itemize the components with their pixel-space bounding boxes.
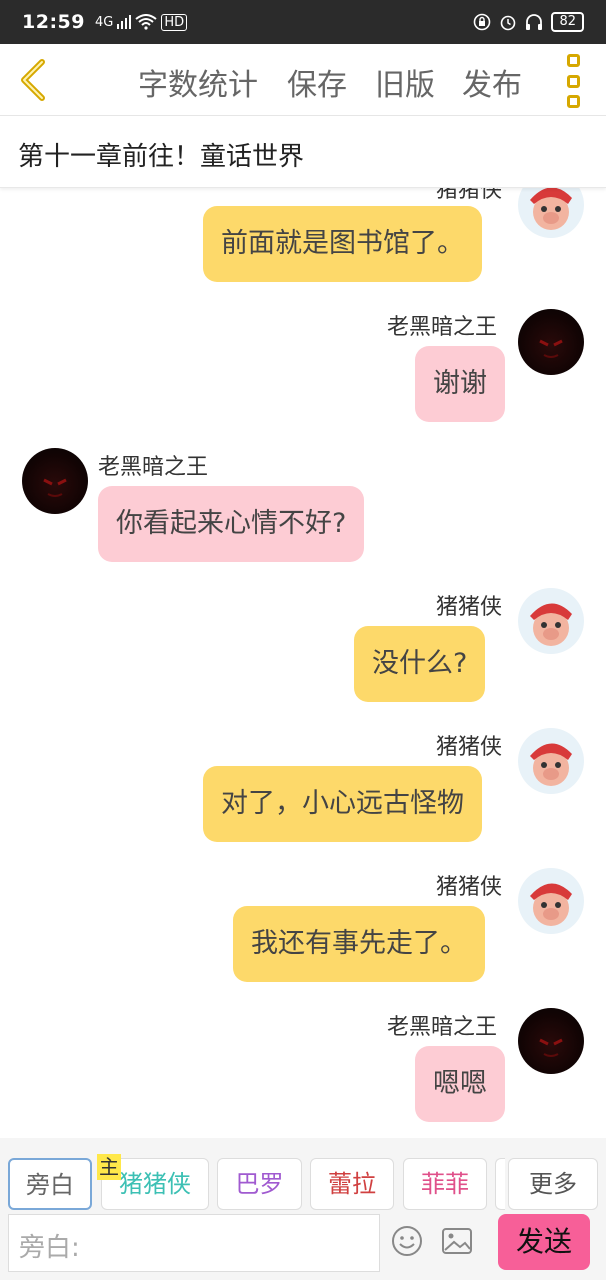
input-placeholder: 旁白:	[19, 1233, 80, 1263]
dark-king-avatar[interactable]	[22, 448, 88, 514]
role-label: 猪猪侠	[119, 1170, 191, 1198]
role-baluo[interactable]: 巴罗	[217, 1158, 302, 1210]
image-icon[interactable]	[440, 1224, 474, 1258]
role-label: 巴罗	[235, 1170, 284, 1198]
role-label: 旁白	[26, 1171, 74, 1199]
chat-bubble[interactable]: 没什么?	[354, 626, 486, 702]
old-version-button[interactable]: 旧版	[375, 60, 435, 104]
more-menu-icon[interactable]	[563, 54, 583, 108]
chat-area[interactable]: 猪猪侠 前面就是图书馆了。 老黑暗之王 谢谢 老黑暗之王 你看起来心情不好? 猪…	[0, 188, 606, 1138]
chat-bubble[interactable]: 嗯嗯	[415, 1046, 505, 1122]
role-label: 更多	[529, 1170, 577, 1198]
pig-hero-avatar[interactable]	[518, 188, 584, 238]
sender-name: 猪猪侠	[436, 735, 503, 760]
chat-bubble[interactable]: 我还有事先走了。	[233, 906, 485, 982]
sender-name: 老黑暗之王	[387, 1015, 498, 1040]
role-selector-bar: 旁白 主 猪猪侠 巴罗 蕾拉 菲菲 更多	[0, 1138, 606, 1210]
dark-king-avatar[interactable]	[518, 309, 584, 375]
pig-hero-avatar[interactable]	[518, 588, 584, 654]
lock-rotation-icon	[474, 13, 491, 31]
chapter-title: 第十一章前往！童话世界	[18, 142, 305, 172]
chat-bubble[interactable]: 你看起来心情不好?	[98, 486, 365, 562]
role-laila[interactable]: 蕾拉	[310, 1158, 394, 1210]
sender-name: 猪猪侠	[436, 875, 503, 900]
sender-name: 老黑暗之王	[98, 455, 209, 480]
sender-name: 老黑暗之王	[387, 315, 498, 340]
status-bar: 12:59 4G HD 82	[0, 0, 606, 44]
status-right: 82	[473, 12, 584, 32]
role-narrator[interactable]: 旁白	[8, 1158, 92, 1210]
role-label: 蕾拉	[328, 1170, 376, 1198]
signal-indicator: 4G HD	[94, 13, 188, 31]
alarm-icon	[501, 15, 516, 31]
back-chevron-icon	[21, 59, 45, 101]
dark-king-avatar[interactable]	[518, 1008, 584, 1074]
battery-indicator: 82	[551, 12, 584, 32]
signal-icon	[117, 15, 132, 29]
pig-hero-avatar[interactable]	[518, 868, 584, 934]
chat-bubble[interactable]: 谢谢	[415, 346, 505, 422]
role-label: 菲菲	[421, 1170, 469, 1198]
more-roles-button[interactable]: 更多	[508, 1158, 598, 1210]
publish-button[interactable]: 发布	[462, 60, 522, 104]
message-input[interactable]: 旁白:	[8, 1214, 380, 1272]
hd-indicator: HD	[161, 13, 188, 31]
role-feifei[interactable]: 菲菲	[403, 1158, 487, 1210]
back-button[interactable]	[14, 56, 54, 104]
pig-hero-avatar[interactable]	[518, 728, 584, 794]
master-tag: 主	[97, 1154, 121, 1180]
send-button[interactable]: 发送	[498, 1214, 590, 1270]
emoji-icon[interactable]	[390, 1224, 424, 1258]
status-time: 12:59	[22, 11, 85, 33]
wifi-icon	[135, 14, 157, 30]
top-toolbar: 字数统计 保存 旧版 发布	[0, 44, 606, 116]
chat-bubble[interactable]: 前面就是图书馆了。	[203, 206, 482, 282]
sender-name: 猪猪侠	[436, 188, 503, 203]
app-root: 12:59 4G HD 82 字数统计 保存 旧版 发布 第十一章前往！童话世界…	[0, 0, 606, 1280]
input-row: 旁白: 发送	[0, 1210, 606, 1280]
sender-name: 猪猪侠	[436, 595, 503, 620]
role-hidden-partial[interactable]	[495, 1158, 505, 1210]
headphones-icon	[526, 14, 543, 30]
word-count-button[interactable]: 字数统计	[138, 60, 258, 104]
network-type: 4G	[94, 14, 114, 30]
chat-bubble[interactable]: 对了，小心远古怪物	[203, 766, 482, 842]
save-button[interactable]: 保存	[287, 60, 347, 104]
chapter-title-bar[interactable]: 第十一章前往！童话世界	[0, 116, 606, 188]
